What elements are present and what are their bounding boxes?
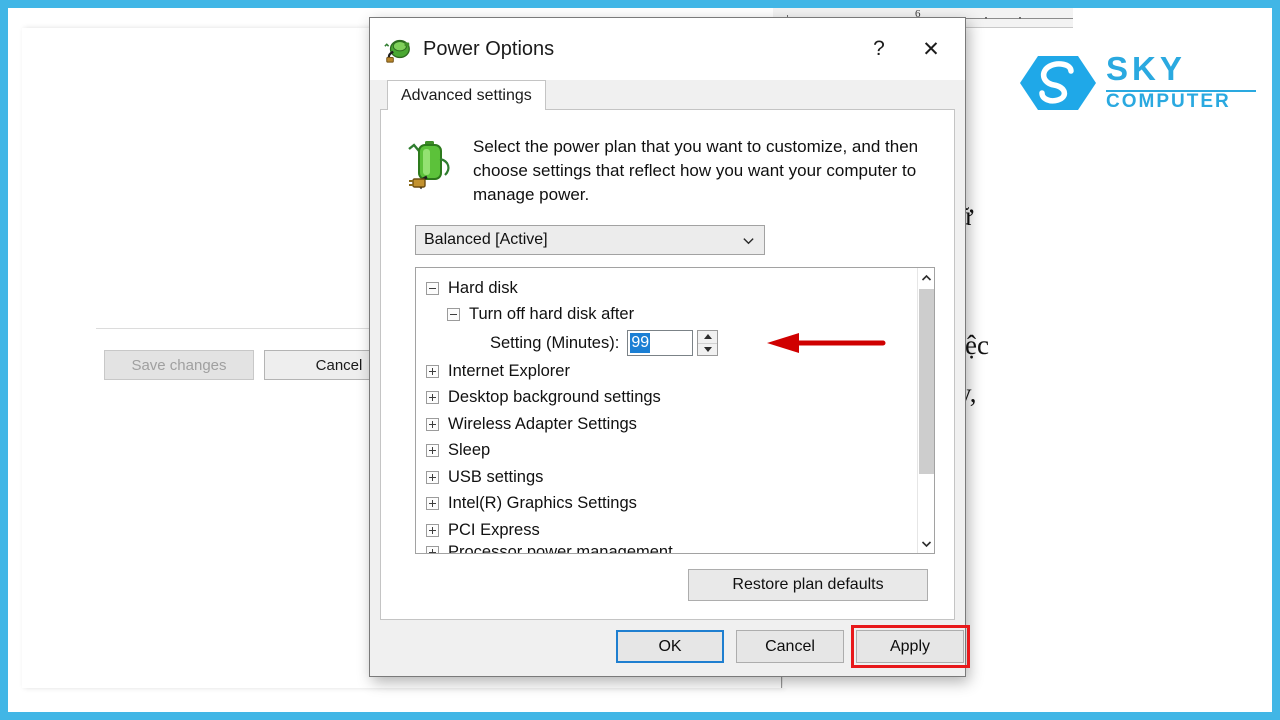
expand-plus-icon[interactable] (426, 364, 439, 378)
expand-plus-icon[interactable] (426, 497, 439, 511)
tab-page-advanced-settings: Select the power plan that you want to c… (380, 110, 955, 620)
tree-item-usb-settings[interactable]: USB settings (426, 464, 917, 491)
ruler-dot (1019, 17, 1021, 19)
tree-item-label: Hard disk (448, 278, 518, 297)
power-plug-battery-icon (384, 39, 410, 63)
close-button[interactable]: ✕ (903, 26, 959, 72)
apply-button[interactable]: Apply (856, 630, 964, 663)
power-plug-battery-icon-large (408, 141, 450, 190)
expand-plus-icon[interactable] (426, 523, 439, 537)
red-pointer-arrow-annotation (767, 333, 886, 353)
expand-plus-icon[interactable] (426, 444, 439, 458)
power-plan-value: Balanced [Active] (424, 231, 548, 248)
chevron-up-icon (921, 274, 932, 281)
setting-minutes-label: Setting (Minutes): (490, 333, 620, 352)
minutes-stepper[interactable]: 99 (627, 330, 719, 356)
stepper-down-button[interactable] (698, 342, 718, 356)
tree-item-label: USB settings (448, 467, 544, 486)
dialog-footer: OK Cancel Apply (370, 618, 970, 676)
minutes-input[interactable]: 99 (627, 330, 694, 356)
logo-primary-text: SKY (1106, 50, 1186, 87)
cyan-border-frame: 6 ữ việc ày, Save changes Cancel SKY COM… (0, 0, 1280, 720)
tree-item-sleep[interactable]: Sleep (426, 438, 917, 465)
scroll-up-button[interactable] (918, 268, 934, 287)
caret-down-icon (703, 346, 712, 352)
expand-plus-icon[interactable] (426, 417, 439, 431)
restore-plan-defaults-button[interactable]: Restore plan defaults (688, 569, 928, 601)
tree-item-turn-off-hard-disk-after[interactable]: Turn off hard disk after (426, 302, 917, 329)
minutes-value: 99 (630, 333, 651, 353)
tab-advanced-settings[interactable]: Advanced settings (387, 80, 546, 111)
power-plan-select[interactable]: Balanced [Active] (415, 225, 765, 255)
tree-item-label: Internet Explorer (448, 361, 570, 380)
sky-hexagon-icon (1020, 56, 1096, 110)
scrollbar-thumb[interactable] (919, 289, 934, 474)
instruction-text: Select the power plan that you want to c… (473, 137, 919, 204)
collapse-minus-icon[interactable] (426, 281, 439, 295)
tree-item-processor-power-management[interactable]: Processor power management (426, 543, 917, 554)
save-changes-button[interactable]: Save changes (104, 350, 254, 380)
sky-computer-logo: SKY COMPUTER (1018, 50, 1258, 112)
dialog-cancel-button[interactable]: Cancel (736, 630, 844, 663)
expand-plus-icon[interactable] (426, 546, 439, 553)
tree-item-wireless-adapter-settings[interactable]: Wireless Adapter Settings (426, 411, 917, 438)
tab-strip: Advanced settings (380, 80, 955, 111)
dialog-titlebar[interactable]: Power Options ? ✕ (370, 18, 965, 80)
instruction-block: Select the power plan that you want to c… (407, 135, 927, 207)
tree-item-label: Intel(R) Graphics Settings (448, 494, 637, 513)
tree-item-label: Wireless Adapter Settings (448, 414, 637, 433)
ruler-dot (985, 17, 987, 19)
tree-item-pci-express[interactable]: PCI Express (426, 517, 917, 544)
titlebar-buttons: ? ✕ (855, 18, 965, 80)
tree-item-label: Processor power management (448, 543, 673, 554)
collapse-minus-icon[interactable] (447, 308, 460, 322)
tree-item-label: PCI Express (448, 520, 540, 539)
advanced-settings-tree[interactable]: Hard disk Turn off hard disk after Setti… (415, 267, 935, 554)
dialog-title: Power Options (423, 37, 555, 60)
tree-item-label: Desktop background settings (448, 388, 661, 407)
stepper-buttons[interactable] (697, 330, 719, 356)
help-button[interactable]: ? (855, 26, 903, 72)
background-divider (96, 328, 396, 329)
expand-plus-icon[interactable] (426, 470, 439, 484)
logo-secondary-text: COMPUTER (1106, 91, 1231, 112)
tree-item-label: Turn off hard disk after (469, 305, 635, 324)
ok-button[interactable]: OK (616, 630, 724, 663)
caret-up-icon (703, 334, 712, 340)
screen-canvas: 6 ữ việc ày, Save changes Cancel SKY COM… (8, 8, 1272, 712)
tree-item-hard-disk[interactable]: Hard disk (426, 275, 917, 302)
chevron-down-icon (921, 540, 932, 547)
scroll-down-button[interactable] (918, 534, 934, 553)
chevron-down-icon (743, 238, 754, 245)
expand-plus-icon[interactable] (426, 391, 439, 405)
tree-item-desktop-background-settings[interactable]: Desktop background settings (426, 385, 917, 412)
stepper-up-button[interactable] (698, 331, 717, 343)
tree-vertical-scrollbar[interactable] (917, 268, 934, 553)
tree-items: Hard disk Turn off hard disk after Setti… (416, 268, 917, 553)
tree-item-internet-explorer[interactable]: Internet Explorer (426, 358, 917, 385)
tree-item-intel-graphics-settings[interactable]: Intel(R) Graphics Settings (426, 491, 917, 518)
tree-item-label: Sleep (448, 441, 491, 460)
